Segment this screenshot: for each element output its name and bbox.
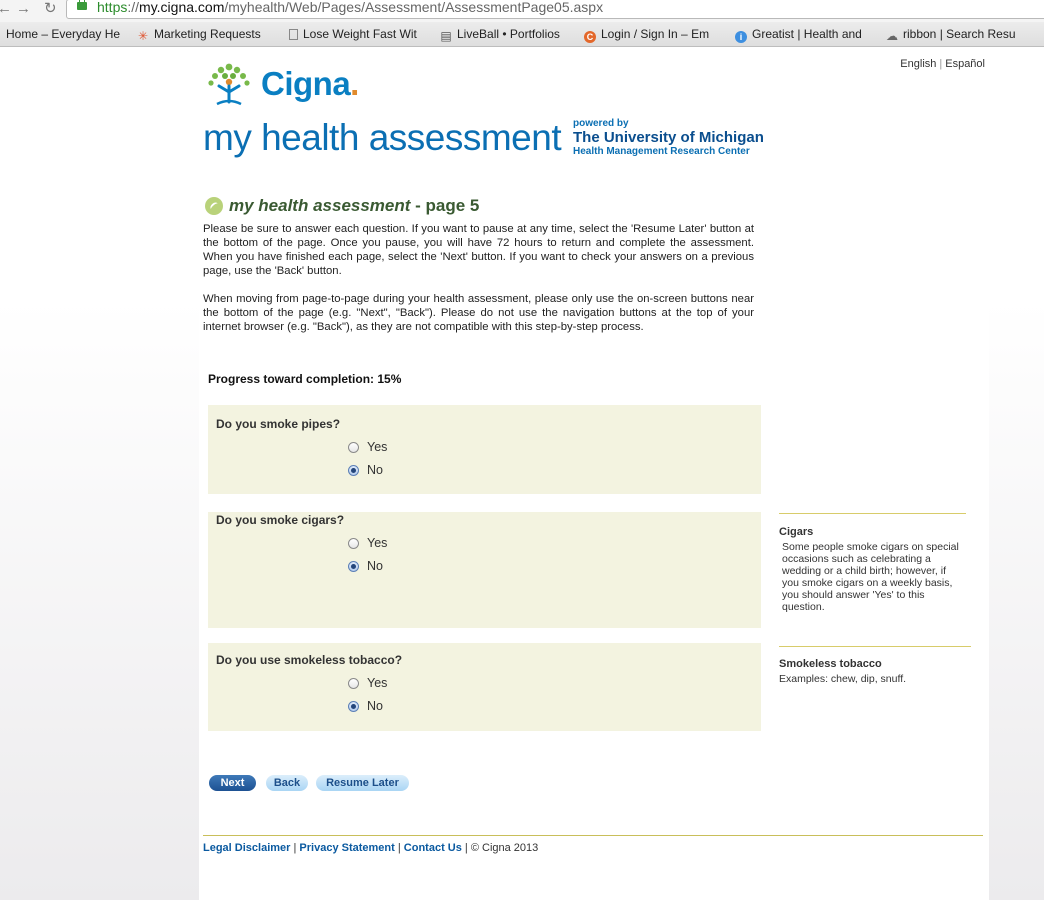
privacy-statement-link[interactable]: Privacy Statement: [299, 842, 394, 854]
doc-icon: ▤: [440, 29, 452, 43]
research-center-name: Health Management Research Center: [573, 146, 750, 157]
option-label: No: [367, 699, 383, 713]
page-title: my health assessment - page 5: [229, 196, 479, 216]
lang-separator: |: [939, 58, 943, 70]
url-field[interactable]: https://my.cigna.com/myhealth/Web/Pages/…: [66, 0, 1044, 19]
question-text: Do you smoke cigars?: [216, 513, 345, 527]
progress-label: Progress toward completion: 15%: [208, 372, 402, 386]
intro-paragraph: Please be sure to answer each question. …: [203, 223, 754, 277]
assessment-header-title: my health assessment: [203, 117, 562, 158]
option-yes[interactable]: Yes: [348, 535, 387, 551]
navigation-notice-paragraph: When moving from page-to-page during you…: [203, 293, 754, 333]
option-label: No: [367, 559, 383, 573]
lang-english-link[interactable]: English: [900, 58, 936, 70]
option-no[interactable]: No: [348, 698, 383, 714]
info-circle-icon: i: [735, 31, 747, 43]
brand-dot: .: [350, 65, 359, 102]
help-heading: Cigars: [779, 526, 814, 538]
bookmark-label: LiveBall • Portfolios: [457, 27, 560, 41]
page-title-italic: my health assessment: [229, 196, 411, 215]
option-label: Yes: [367, 440, 388, 454]
bookmark-item[interactable]: ▤ LiveBall • Portfolios: [440, 27, 560, 42]
contact-us-link[interactable]: Contact Us: [404, 842, 462, 854]
footer-divider: [203, 835, 983, 836]
option-yes[interactable]: Yes: [348, 439, 387, 455]
help-heading: Smokeless tobacco: [779, 658, 882, 670]
bookmark-label: Home – Everyday He: [6, 27, 121, 41]
question-block-smokeless-tobacco: Do you use smokeless tobacco? Yes No: [208, 643, 761, 731]
resume-later-button[interactable]: Resume Later: [316, 775, 409, 791]
sidebar-divider: [779, 513, 966, 514]
page-title-suffix: - page 5: [410, 196, 480, 215]
pinwheel-icon: ✳: [137, 29, 149, 43]
cloud-icon: ☁: [886, 29, 898, 43]
radio-button-selected[interactable]: [348, 465, 359, 476]
help-text: Some people smoke cigars on special occa…: [782, 541, 959, 613]
bookmark-label: Marketing Requests: [154, 27, 261, 41]
bookmark-item[interactable]: C Login / Sign In – Em: [584, 27, 709, 43]
option-label: Yes: [367, 536, 388, 550]
bookmark-label: Greatist | Health and: [752, 27, 862, 41]
radio-button[interactable]: [348, 538, 359, 549]
bookmark-label: Lose Weight Fast Wit: [303, 27, 417, 41]
question-block-pipes: Do you smoke pipes? Yes No: [208, 405, 761, 494]
url-path: /myhealth/Web/Pages/Assessment/Assessmen…: [224, 0, 604, 15]
next-button[interactable]: Next: [209, 775, 256, 791]
footer-separator: |: [461, 842, 471, 854]
leaf-icon: [205, 197, 223, 215]
lock-icon: [77, 0, 87, 10]
bookmark-item[interactable]: Home – Everyday He: [6, 27, 120, 41]
footer-separator: |: [394, 842, 404, 854]
back-button[interactable]: Back: [266, 775, 308, 791]
option-yes[interactable]: Yes: [348, 675, 387, 691]
back-arrow-icon[interactable]: ←: [0, 0, 12, 18]
browser-address-bar: ← → ↻ https://my.cigna.com/myhealth/Web/…: [0, 0, 1044, 22]
question-text: Do you smoke pipes?: [216, 417, 341, 431]
language-switcher: English | Español: [900, 58, 985, 70]
forward-arrow-icon[interactable]: →: [16, 0, 31, 18]
footer-links: Legal Disclaimer | Privacy Statement | C…: [203, 842, 538, 854]
university-name: The University of Michigan: [573, 129, 764, 146]
bookmark-item[interactable]: ☁ ribbon | Search Resu: [886, 27, 1016, 42]
brand-name: Cigna: [261, 65, 351, 102]
url-separator: ://: [127, 0, 140, 15]
option-no[interactable]: No: [348, 462, 383, 478]
url-scheme: https: [97, 0, 128, 15]
c-circle-icon: C: [584, 31, 596, 43]
help-panel-smokeless-tobacco: Smokeless tobacco Examples: chew, dip, s…: [779, 658, 969, 685]
bookmark-item[interactable]: i Greatist | Health and: [735, 27, 862, 43]
help-panel-cigars: Cigars Some people smoke cigars on speci…: [779, 526, 969, 613]
help-text: Examples: chew, dip, snuff.: [779, 673, 907, 685]
lang-espanol-link[interactable]: Español: [945, 58, 985, 70]
cigna-wordmark: Cigna.: [261, 65, 359, 103]
option-label: No: [367, 463, 383, 477]
copyright-text: © Cigna 2013: [470, 842, 539, 854]
cigna-tree-logo-icon: [208, 63, 250, 106]
page-icon: [289, 29, 298, 40]
url-host: my.cigna.com: [139, 0, 225, 15]
radio-button[interactable]: [348, 442, 359, 453]
legal-disclaimer-link[interactable]: Legal Disclaimer: [203, 842, 290, 854]
question-block-cigars: Do you smoke cigars? Yes No: [208, 512, 761, 628]
reload-icon[interactable]: ↻: [44, 0, 57, 18]
bookmark-item[interactable]: ✳ Marketing Requests: [137, 27, 261, 42]
question-text: Do you use smokeless tobacco?: [216, 653, 403, 667]
option-label: Yes: [367, 676, 388, 690]
radio-button-selected[interactable]: [348, 561, 359, 572]
option-no[interactable]: No: [348, 558, 383, 574]
bookmarks-bar: Home – Everyday He ✳ Marketing Requests L…: [0, 22, 1044, 47]
assessment-page: English | Español Cigna. my health assessm…: [199, 47, 989, 900]
bookmark-item[interactable]: Lose Weight Fast Wit: [289, 27, 417, 41]
bookmark-label: Login / Sign In – Em: [601, 27, 710, 41]
powered-by-label: powered by: [573, 118, 629, 129]
bookmark-label: ribbon | Search Resu: [903, 27, 1016, 41]
radio-button[interactable]: [348, 678, 359, 689]
sidebar-divider: [779, 646, 971, 647]
radio-button-selected[interactable]: [348, 701, 359, 712]
